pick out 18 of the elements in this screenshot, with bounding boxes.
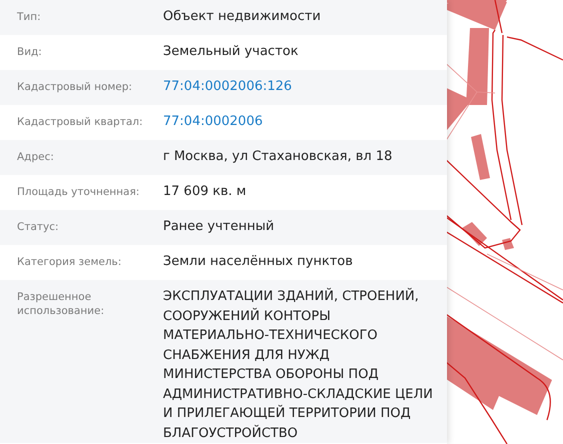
field-value: Земельный участок [163, 43, 300, 61]
field-value: Земли населённых пунктов [163, 253, 354, 271]
field-label: Разрешенное использование: [17, 290, 106, 318]
field-value: ЭКСПЛУАТАЦИИ ЗДАНИЙ, СТРОЕНИЙ, СООРУЖЕНИЙ КОНТОРЫ МАТЕРИАЛЬНО-ТЕХНИЧЕСКОГО СНАБЖЕНИЯ ДЛЯ НУЖД МИНИСТЕРСТВА ОБОРОНЫ ПОД АДМИНИСТРАТИВНО-СКЛАДСКИЕ ЦЕЛИ И ПРИЛЕГАЮЩЕЙ ТЕРРИТОРИИ ПОД БЛАГОУСТРОЙСТВО [163, 287, 434, 442]
field-label: Вид: [17, 45, 43, 59]
cadastral-link[interactable]: 77:04:0002006 [163, 112, 438, 132]
field-label: Тип: [17, 10, 42, 24]
field-label: Категория земель: [17, 255, 122, 269]
field-label: Кадастровый номер: [17, 80, 134, 94]
field-value: Ранее учтенный [163, 218, 276, 236]
field-value: Объект недвижимости [163, 8, 322, 26]
field-value: г Москва, ул Стахановская, вл 18 [163, 148, 394, 166]
field-value: 17 609 кв. м [163, 183, 248, 201]
field-label: Адрес: [17, 150, 55, 164]
field-label: Площадь уточненная: [17, 185, 140, 199]
field-label: Статус: [17, 220, 60, 234]
field-label: Кадастровый квартал: [17, 115, 144, 129]
cadastral-link[interactable]: 77:04:0002006:126 [163, 77, 438, 96]
